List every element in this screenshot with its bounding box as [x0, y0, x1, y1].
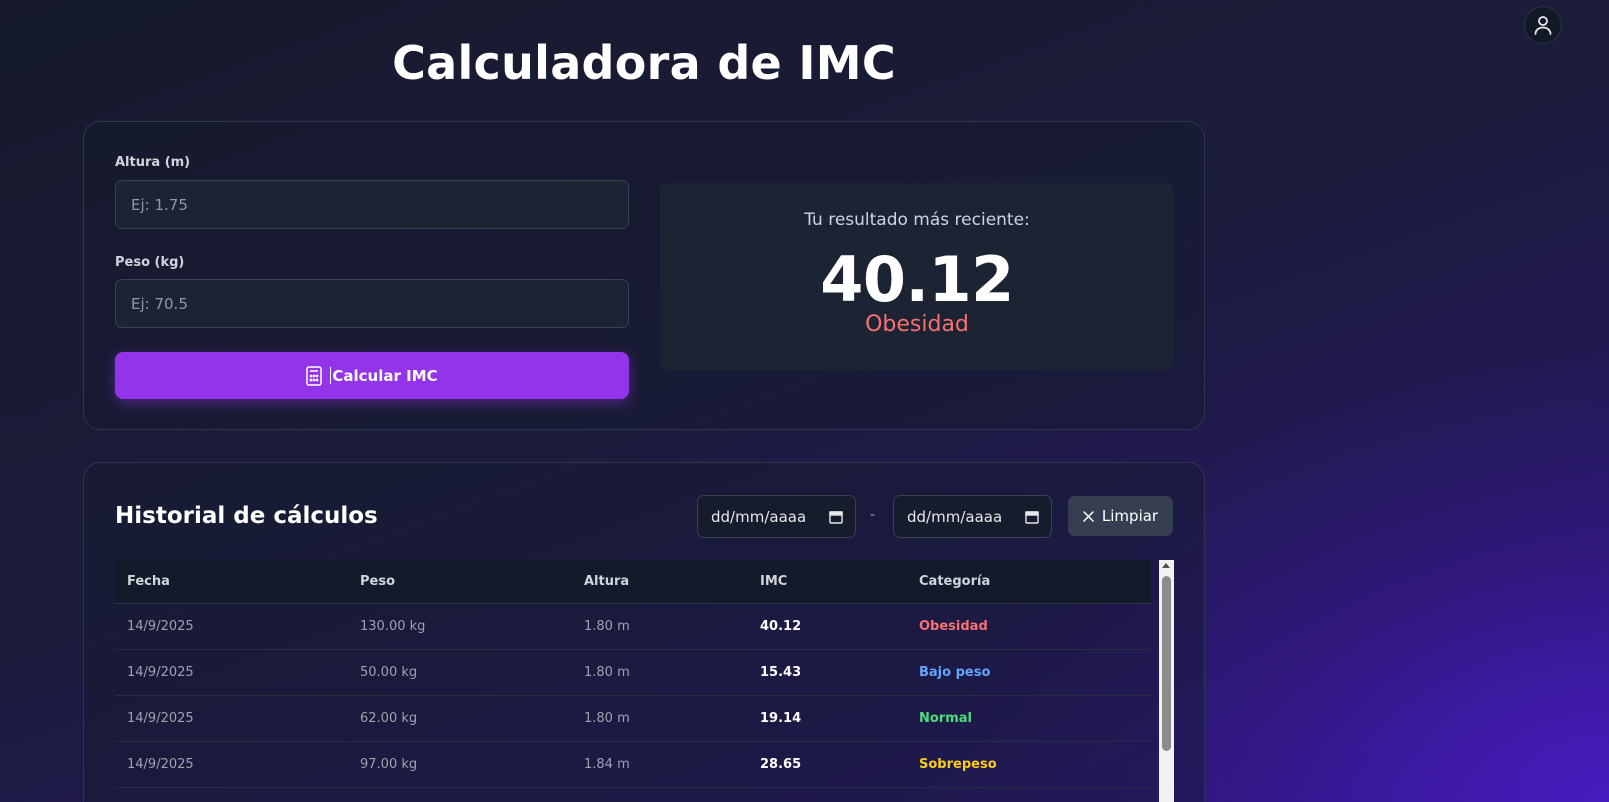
- column-header-height: Altura: [572, 560, 748, 604]
- page-title: Calculadora de IMC: [392, 36, 896, 90]
- height-label: Altura (m): [115, 155, 191, 170]
- user-icon: [1534, 15, 1552, 35]
- scrollbar-thumb[interactable]: [1162, 576, 1171, 751]
- result-value: 40.12: [820, 243, 1014, 316]
- cell-category: Bajo peso: [907, 649, 1151, 696]
- calculate-imc-button[interactable]: Calcular IMC: [115, 352, 629, 399]
- column-header-weight: Peso: [348, 560, 572, 604]
- cell-date: 14/9/2025: [115, 649, 348, 696]
- height-input-placeholder: Ej: 1.75: [131, 195, 188, 214]
- table-header-row: Fecha Peso Altura IMC Categoría: [115, 560, 1151, 604]
- date-to-placeholder: dd/mm/aaaa: [907, 507, 1003, 526]
- cell-weight: 62.00 kg: [348, 695, 572, 742]
- history-table-container: Fecha Peso Altura IMC Categoría 14/9/202…: [115, 560, 1174, 802]
- weight-input[interactable]: Ej: 70.5: [115, 279, 629, 328]
- height-input[interactable]: Ej: 1.75: [115, 180, 629, 229]
- weight-label: Peso (kg): [115, 255, 185, 270]
- cell-imc: 40.12: [748, 603, 907, 650]
- column-header-category: Categoría: [907, 560, 1151, 604]
- date-to-input[interactable]: dd/mm/aaaa: [893, 495, 1052, 538]
- user-profile-button[interactable]: [1524, 6, 1562, 44]
- clear-filter-button[interactable]: Limpiar: [1068, 496, 1173, 536]
- close-icon: [1083, 510, 1094, 522]
- history-title: Historial de cálculos: [115, 503, 378, 529]
- column-header-imc: IMC: [748, 560, 907, 604]
- cell-weight: 50.00 kg: [348, 649, 572, 696]
- table-row: 14/9/2025 62.00 kg 1.80 m 19.14 Normal: [115, 695, 1151, 742]
- cell-date: 14/9/2025: [115, 603, 348, 650]
- cell-category: Obesidad: [907, 603, 1151, 650]
- weight-input-placeholder: Ej: 70.5: [131, 294, 188, 313]
- clear-button-label: Limpiar: [1101, 507, 1159, 525]
- cell-imc: 15.43: [748, 649, 907, 696]
- history-card: Historial de cálculos dd/mm/aaaa - dd/mm…: [83, 462, 1205, 802]
- result-panel: Tu resultado más reciente: 40.12 Obesida…: [660, 183, 1174, 370]
- cell-weight: 130.00 kg: [348, 603, 572, 650]
- date-range-separator: -: [870, 507, 876, 523]
- result-caption: Tu resultado más reciente:: [804, 210, 1030, 230]
- result-category: Obesidad: [865, 312, 969, 337]
- table-row: 14/9/2025 97.00 kg 1.84 m 28.65 Sobrepes…: [115, 741, 1151, 788]
- date-from-input[interactable]: dd/mm/aaaa: [697, 495, 856, 538]
- column-header-date: Fecha: [115, 560, 348, 604]
- calculator-card: Altura (m) Ej: 1.75 Peso (kg) Ej: 70.5 C…: [83, 121, 1205, 430]
- cell-category: Normal: [907, 695, 1151, 742]
- cell-imc: 19.14: [748, 695, 907, 742]
- scroll-up-arrow-icon[interactable]: [1162, 563, 1170, 568]
- cell-height: 1.80 m: [572, 603, 748, 650]
- cell-height: 1.80 m: [572, 695, 748, 742]
- table-scrollbar[interactable]: [1159, 560, 1174, 802]
- cell-height: 1.84 m: [572, 741, 748, 788]
- cell-weight: 97.00 kg: [348, 741, 572, 788]
- table-row: 14/9/2025 130.00 kg 1.80 m 40.12 Obesida…: [115, 603, 1151, 650]
- date-from-placeholder: dd/mm/aaaa: [711, 507, 807, 526]
- calculator-icon: [306, 365, 323, 386]
- text-caret: [330, 367, 332, 384]
- calendar-icon[interactable]: [1025, 510, 1039, 524]
- history-table: Fecha Peso Altura IMC Categoría 14/9/202…: [115, 560, 1151, 788]
- cell-date: 14/9/2025: [115, 741, 348, 788]
- calculate-button-label: Calcular IMC: [332, 366, 438, 385]
- calendar-icon[interactable]: [829, 510, 843, 524]
- table-row: 14/9/2025 50.00 kg 1.80 m 15.43 Bajo pes…: [115, 649, 1151, 696]
- cell-height: 1.80 m: [572, 649, 748, 696]
- cell-date: 14/9/2025: [115, 695, 348, 742]
- cell-imc: 28.65: [748, 741, 907, 788]
- cell-category: Sobrepeso: [907, 741, 1151, 788]
